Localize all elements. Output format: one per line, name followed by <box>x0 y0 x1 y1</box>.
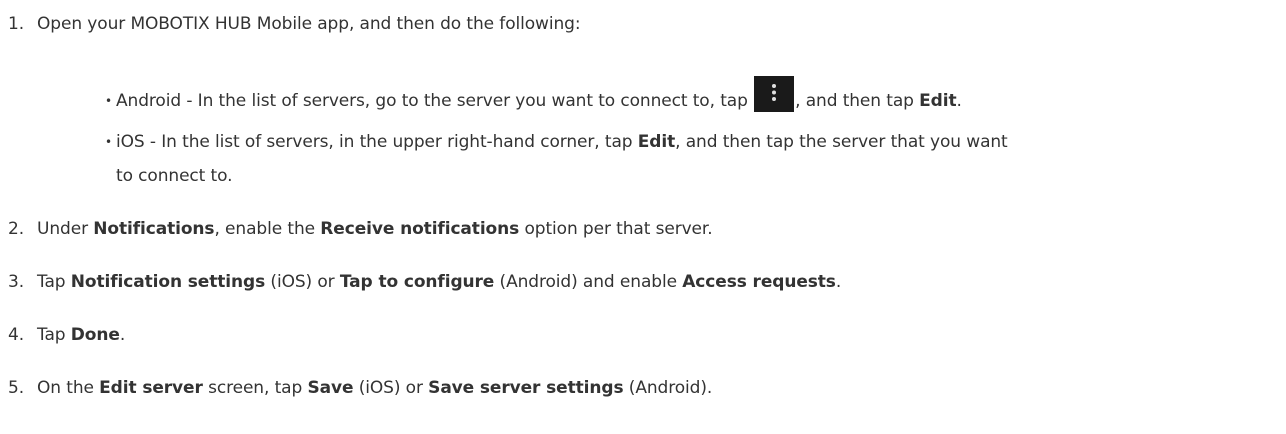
bullet-text-part: iOS - In the list of servers, in the upp… <box>116 132 638 152</box>
step-bold-text: Save <box>307 378 354 398</box>
step-number: 5. <box>8 378 25 398</box>
step-text-part: (Android) and enable <box>494 272 683 292</box>
step-1: 1. Open your MOBOTIX HUB Mobile app, and … <box>8 14 581 34</box>
step-text-part: (iOS) or <box>265 272 340 292</box>
step-bold-text: Notifications <box>93 219 215 239</box>
step-text-part: option per that server. <box>519 219 713 239</box>
step-bold-text: Done <box>70 325 120 345</box>
step-text-part: Tap <box>37 272 71 292</box>
step-text-part: . <box>835 272 842 292</box>
step-bold-text: Access requests <box>682 272 836 292</box>
bullet-ios-continuation: to connect to. <box>116 166 233 186</box>
step-text-part: Tap <box>37 325 71 345</box>
step-text-part: , enable the <box>214 219 321 239</box>
step-bold-text: Edit server <box>99 378 203 398</box>
step-text-part: . <box>119 325 126 345</box>
step-number: 2. <box>8 219 25 239</box>
step-text-part: screen, tap <box>202 378 308 398</box>
bullet-ios: • iOS - In the list of servers, in the up… <box>105 132 1008 152</box>
step-2: 2. Under Notifications, enable the Receiv… <box>8 219 713 239</box>
step-bold-text: Receive notifications <box>320 219 520 239</box>
step-text-part: Under <box>37 219 94 239</box>
bullet-text-part: Android - In the list of servers, go to … <box>116 91 754 111</box>
step-5: 5. On the Edit server screen, tap Save (i… <box>8 378 712 398</box>
bullet-text-part: . <box>956 91 962 111</box>
step-bold-text: Notification settings <box>70 272 266 292</box>
step-text-part: (iOS) or <box>353 378 429 398</box>
bullet-text-part: , and then tap the server that you want <box>675 132 1008 152</box>
instructions-document: 1. Open your MOBOTIX HUB Mobile app, and … <box>0 0 1286 434</box>
bullet-dot: • <box>105 135 112 149</box>
bullet-text-part: , and then tap <box>795 91 920 111</box>
bullet-android: • Android - In the list of servers, go to… <box>105 76 962 112</box>
bullet-dot: • <box>105 94 112 108</box>
step-3: 3. Tap Notification settings (iOS) or Tap… <box>8 272 841 292</box>
bullet-bold-edit: Edit <box>637 132 676 152</box>
step-4: 4. Tap Done. <box>8 325 125 345</box>
step-number: 4. <box>8 325 25 345</box>
step-bold-text: Save server settings <box>428 378 624 398</box>
step-number: 3. <box>8 272 25 292</box>
bullet-bold-edit: Edit <box>919 91 957 111</box>
step-text: Open your MOBOTIX HUB Mobile app, and th… <box>37 14 581 34</box>
step-bold-text: Tap to configure <box>339 272 495 292</box>
step-text-part: On the <box>37 378 100 398</box>
step-number: 1. <box>8 14 25 34</box>
step-text-part: (Android). <box>623 378 713 398</box>
more-vertical-menu-icon <box>754 76 795 112</box>
